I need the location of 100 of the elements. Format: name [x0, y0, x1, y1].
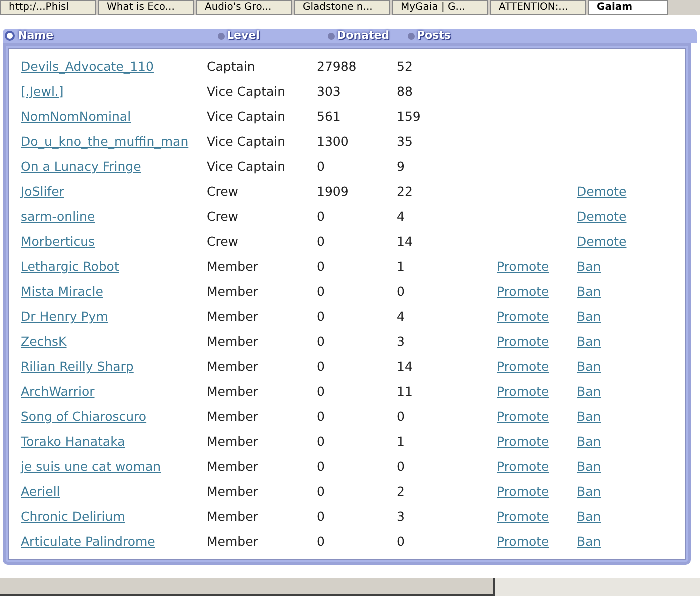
- browser-tab[interactable]: What is Eco...: [98, 0, 194, 15]
- posts-text: 9: [397, 158, 406, 176]
- donated-text: 303: [317, 83, 342, 102]
- donated-text: 0: [317, 233, 326, 252]
- level-text: Crew: [207, 208, 240, 226]
- level-text: Member: [207, 458, 260, 476]
- level-text: Member: [207, 483, 260, 502]
- member-link[interactable]: Devils_Advocate_110: [21, 59, 154, 74]
- posts-text: 4: [397, 308, 406, 326]
- member-link[interactable]: sarm-online: [21, 209, 96, 224]
- level-text: Member: [207, 383, 260, 402]
- posts-text: 3: [397, 333, 406, 352]
- donated-text: 0: [317, 433, 326, 452]
- posts-text: 14: [397, 358, 414, 376]
- member-link[interactable]: Rilian Reilly Sharp: [21, 359, 134, 374]
- posts-text: 88: [397, 83, 414, 102]
- action-link[interactable]: Ban: [577, 259, 602, 274]
- donated-text: 561: [317, 108, 342, 126]
- posts-text: 159: [397, 108, 422, 126]
- action-link[interactable]: Demote: [577, 209, 627, 224]
- browser-tab[interactable]: ATTENTION:...: [490, 0, 586, 15]
- donated-text: 1300: [317, 133, 350, 152]
- level-text: Member: [207, 533, 260, 552]
- member-link[interactable]: NomNomNominal: [21, 109, 132, 124]
- action-link[interactable]: Ban: [577, 409, 602, 424]
- member-link[interactable]: Song of Chiaroscuro: [21, 409, 147, 424]
- posts-text: 1: [397, 258, 406, 276]
- donated-text: 0: [317, 283, 326, 302]
- level-text: Member: [207, 358, 260, 376]
- browser-tab[interactable]: Audio's Gro...: [196, 0, 292, 15]
- donated-text: 0: [317, 158, 326, 176]
- action-link[interactable]: Ban: [577, 509, 602, 524]
- browser-tab[interactable]: http:/...Phisl: [0, 0, 96, 15]
- member-link[interactable]: Lethargic Robot: [21, 259, 120, 274]
- promote-link[interactable]: Promote: [497, 284, 550, 300]
- action-link[interactable]: Demote: [577, 234, 627, 250]
- promote-link[interactable]: Promote: [497, 459, 550, 474]
- action-link[interactable]: Ban: [577, 484, 602, 500]
- horizontal-scrollbar[interactable]: [0, 578, 700, 596]
- member-link[interactable]: Articulate Palindrome: [21, 534, 156, 550]
- posts-text: 1: [397, 433, 406, 452]
- promote-link[interactable]: Promote: [497, 484, 550, 500]
- donated-text: 1909: [317, 183, 350, 202]
- member-link[interactable]: je suis une cat woman: [21, 459, 162, 474]
- posts-text: 4: [397, 208, 406, 226]
- promote-link[interactable]: Promote: [497, 259, 550, 274]
- posts-text: 0: [397, 458, 406, 476]
- promote-link[interactable]: Promote: [497, 434, 550, 450]
- action-link[interactable]: Ban: [577, 284, 602, 300]
- level-text: Member: [207, 408, 260, 426]
- action-link[interactable]: Ban: [577, 309, 602, 324]
- member-link[interactable]: Dr Henry Pym: [21, 309, 108, 324]
- bullet-icon: [408, 32, 415, 40]
- promote-link[interactable]: Promote: [497, 309, 550, 324]
- donated-text: 0: [317, 358, 326, 376]
- posts-text: 52: [397, 58, 414, 76]
- member-link[interactable]: Torako Hanataka: [21, 434, 126, 450]
- level-text: Member: [207, 308, 260, 326]
- posts-text: 35: [397, 133, 414, 152]
- action-link[interactable]: Ban: [577, 384, 602, 400]
- level-text: Vice Captain: [207, 83, 287, 102]
- member-link[interactable]: JoSlifer: [21, 184, 64, 200]
- column-header: Donated: [337, 30, 390, 42]
- member-link[interactable]: ZechsK: [21, 334, 67, 350]
- member-link[interactable]: Do_u_kno_the_muffin_man: [21, 134, 189, 150]
- donated-text: 0: [317, 258, 326, 276]
- donated-text: 0: [317, 483, 326, 502]
- browser-tab[interactable]: MyGaia | G...: [392, 0, 488, 15]
- browser-tab[interactable]: Gaiam: [588, 0, 668, 15]
- promote-link[interactable]: Promote: [497, 334, 550, 350]
- column-header: Level: [227, 30, 260, 42]
- level-text: Member: [207, 433, 260, 452]
- promote-link[interactable]: Promote: [497, 409, 550, 424]
- action-link[interactable]: Ban: [577, 334, 602, 350]
- donated-text: 0: [317, 533, 326, 552]
- promote-link[interactable]: Promote: [497, 534, 550, 550]
- browser-tab[interactable]: Gladstone n...: [294, 0, 390, 15]
- level-text: Vice Captain: [207, 158, 287, 176]
- action-link[interactable]: Ban: [577, 359, 602, 374]
- promote-link[interactable]: Promote: [497, 384, 550, 400]
- member-link[interactable]: Aeriell: [21, 484, 60, 500]
- member-link[interactable]: Morberticus: [21, 234, 96, 250]
- action-link[interactable]: Ban: [577, 459, 602, 474]
- action-link[interactable]: Demote: [577, 184, 627, 200]
- column-header: Posts: [417, 30, 451, 42]
- level-text: Captain: [207, 58, 256, 76]
- action-link[interactable]: Ban: [577, 434, 602, 450]
- posts-text: 22: [397, 183, 414, 202]
- posts-text: 2: [397, 483, 406, 502]
- scrollbar-thumb[interactable]: [0, 578, 495, 596]
- promote-link[interactable]: Promote: [497, 509, 550, 524]
- member-link[interactable]: [.Jewl.]: [21, 84, 64, 100]
- member-link[interactable]: ArchWarrior: [21, 384, 95, 400]
- member-link[interactable]: Mista Miracle: [21, 284, 104, 300]
- action-link[interactable]: Ban: [577, 534, 602, 550]
- promote-link[interactable]: Promote: [497, 359, 550, 374]
- bullet-icon: [328, 32, 335, 40]
- member-link[interactable]: Chronic Delirium: [21, 509, 126, 524]
- member-link[interactable]: On a Lunacy Fringe: [21, 159, 142, 174]
- donated-text: 0: [317, 508, 326, 526]
